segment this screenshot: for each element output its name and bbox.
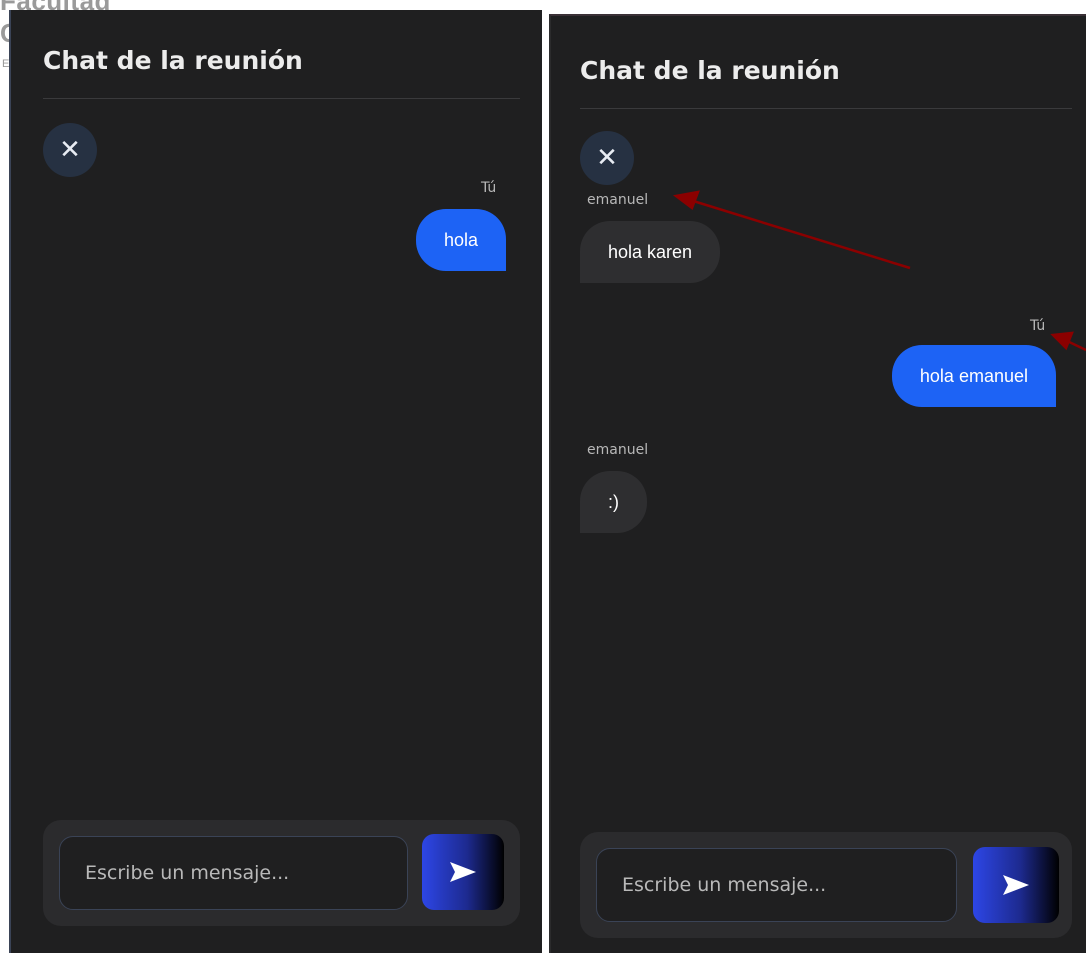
message-bubble-other: hola karen [580,221,721,283]
message-sender: emanuel [587,442,649,458]
message-input[interactable] [59,836,408,910]
chat-panel-right: Chat de la reunión ✕ emanuel hola karen … [549,14,1086,953]
close-icon[interactable]: ✕ [43,123,97,177]
chat-title: Chat de la reunión [43,46,303,75]
message-composer [580,832,1072,938]
header-divider [580,108,1072,109]
message-bubble-other: :) [580,471,647,533]
chat-panel-left: Chat de la reunión ✕ Tú hola [9,10,542,953]
send-icon [1003,875,1029,895]
message-input[interactable] [596,848,957,922]
message-bubble-own: hola [415,209,506,271]
message-sender: Tú [481,180,497,196]
message-bubble-own: hola emanuel [891,345,1056,407]
send-button[interactable] [422,834,504,910]
message-sender: Tú [1030,318,1046,334]
message-sender: emanuel [587,192,649,208]
message-composer [43,820,520,926]
send-button[interactable] [973,847,1059,923]
close-icon[interactable]: ✕ [580,131,634,185]
chat-title: Chat de la reunión [580,56,840,85]
header-divider [43,98,520,99]
send-icon [450,862,476,882]
